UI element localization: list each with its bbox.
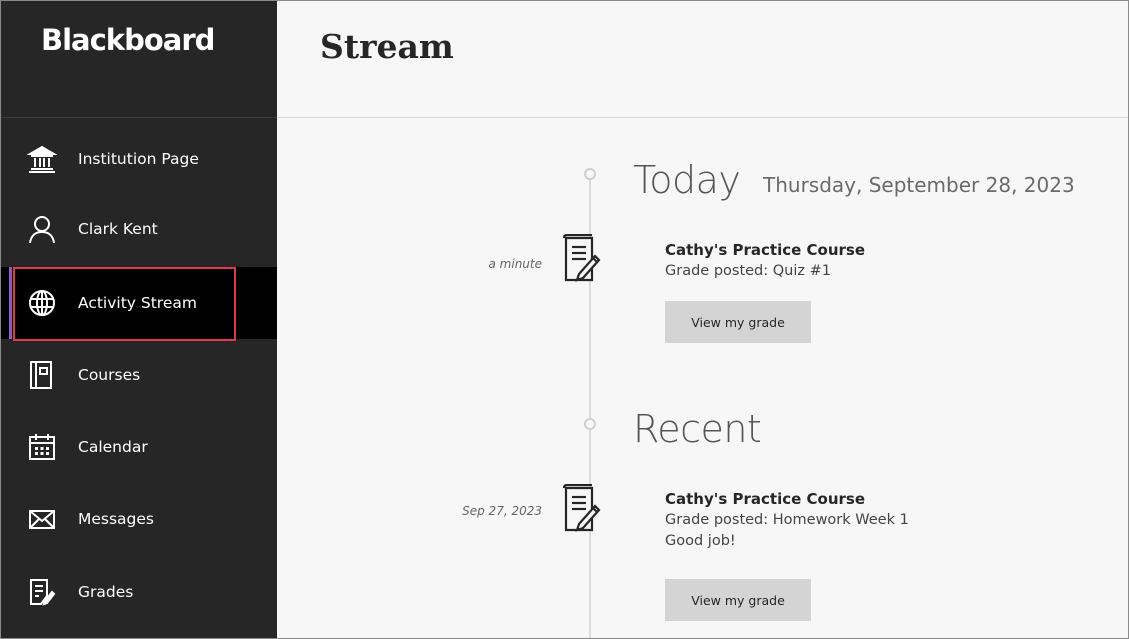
page-title: Stream: [320, 27, 454, 66]
grades-icon: [25, 575, 59, 609]
section-title-today: Today: [633, 158, 741, 202]
sidebar-item-label: Institution Page: [78, 150, 199, 168]
sidebar: Blackboard Institution Page Clark Kent A…: [1, 1, 277, 638]
sidebar-item-courses[interactable]: Courses: [1, 339, 277, 411]
sidebar-item-label: Messages: [78, 510, 155, 528]
globe-icon: [25, 286, 59, 320]
sidebar-item-label: Clark Kent: [78, 220, 158, 238]
stream-item-text: Grade posted: Quiz #1: [665, 263, 831, 279]
sidebar-item-messages[interactable]: Messages: [1, 483, 277, 555]
timeline-marker-recent: [584, 418, 596, 430]
stream-item-time: Sep 27, 2023: [462, 504, 542, 518]
sidebar-item-calendar[interactable]: Calendar: [1, 411, 277, 483]
sidebar-item-institution-page[interactable]: Institution Page: [1, 123, 277, 195]
sidebar-item-label: Courses: [78, 366, 141, 384]
grade-document-icon: [562, 483, 602, 532]
brand-logo[interactable]: Blackboard: [41, 23, 215, 57]
active-indicator: [9, 267, 12, 339]
stream-item-course[interactable]: Cathy's Practice Course: [665, 241, 865, 259]
user-icon: [25, 212, 59, 246]
stream-item-text: Grade posted: Homework Week 1: [665, 512, 909, 528]
envelope-icon: [25, 502, 59, 536]
app-window: Blackboard Institution Page Clark Kent A…: [0, 0, 1129, 639]
brand-header: Blackboard: [1, 1, 277, 111]
sidebar-item-grades[interactable]: Grades: [1, 556, 277, 628]
institution-icon: [25, 142, 59, 176]
section-date-today: Thursday, September 28, 2023: [763, 173, 1075, 197]
sidebar-item-label: Activity Stream: [78, 294, 197, 312]
stream-item-feedback: Good job!: [665, 533, 736, 549]
sidebar-item-profile[interactable]: Clark Kent: [1, 193, 277, 265]
stream-item-time: a minute: [488, 257, 543, 271]
view-my-grade-button[interactable]: View my grade: [665, 301, 811, 343]
section-title-recent: Recent: [633, 407, 762, 451]
view-my-grade-button[interactable]: View my grade: [665, 579, 811, 621]
sidebar-divider: [1, 117, 277, 118]
main-content: Stream Today Thursday, September 28, 202…: [277, 1, 1128, 638]
calendar-icon: [25, 430, 59, 464]
grade-document-icon: [562, 233, 602, 282]
sidebar-item-label: Calendar: [78, 438, 148, 456]
stream-item-course[interactable]: Cathy's Practice Course: [665, 490, 865, 508]
page-header: Stream: [277, 1, 1128, 118]
timeline-marker-today: [584, 168, 596, 180]
sidebar-item-label: Grades: [78, 583, 134, 601]
courses-icon: [25, 358, 59, 392]
sidebar-item-activity-stream[interactable]: Activity Stream: [1, 267, 277, 339]
